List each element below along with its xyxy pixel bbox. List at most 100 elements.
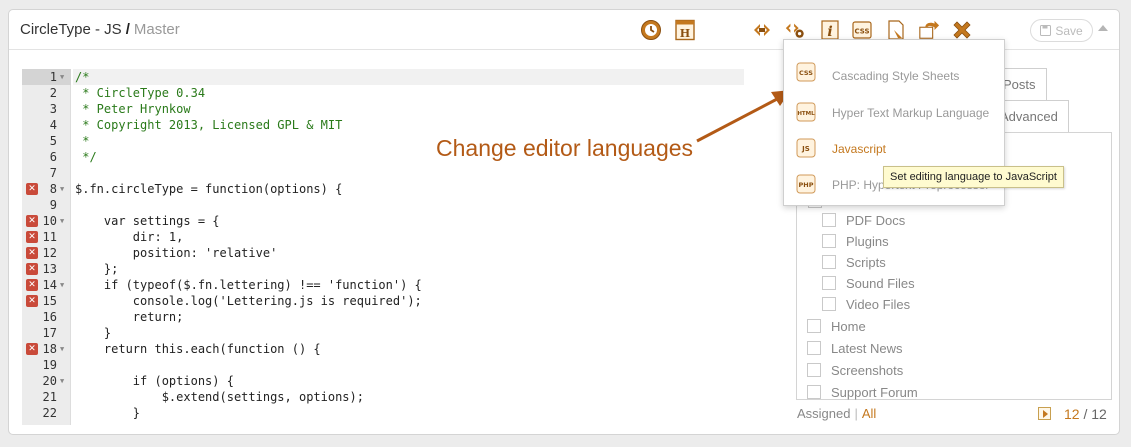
language-option-label: Hyper Text Markup Language — [832, 106, 990, 120]
page-title: CircleType - JS / Master — [20, 21, 180, 38]
tree-item-scripts[interactable]: Scripts — [822, 253, 886, 271]
code-line[interactable]: 21 $.extend(settings, options); — [22, 389, 744, 405]
document-icon[interactable] — [885, 19, 907, 41]
error-marker-icon[interactable]: ✕ — [26, 231, 38, 243]
collapse-caret-icon[interactable] — [1098, 25, 1108, 31]
fold-arrow-icon[interactable]: ▼ — [60, 69, 64, 85]
code-line[interactable]: 4 * Copyright 2013, Licensed GPL & MIT — [22, 117, 744, 133]
checkbox[interactable] — [822, 297, 836, 311]
tree-item-video-files[interactable]: Video Files — [822, 295, 910, 313]
breadcrumb-master[interactable]: Master — [134, 21, 180, 38]
code-line[interactable]: 19 — [22, 357, 744, 373]
code-line[interactable]: 16 return; — [22, 309, 744, 325]
tab-posts-label: Posts — [1003, 77, 1036, 92]
tree-item-label: Scripts — [846, 254, 886, 270]
code-line[interactable]: 2 * CircleType 0.34 — [22, 85, 744, 101]
code-line[interactable]: 10 ✕ ▼ var settings = { — [22, 213, 744, 229]
code-icon[interactable] — [751, 19, 773, 41]
html-header-icon[interactable]: H — [674, 19, 696, 41]
tree-item-label: Screenshots — [831, 362, 904, 378]
line-number: 21 — [42, 390, 57, 404]
code-settings-icon[interactable] — [784, 19, 806, 41]
save-button[interactable]: Save — [1030, 19, 1093, 42]
filter-all-link[interactable]: All — [862, 406, 876, 421]
error-marker-icon[interactable]: ✕ — [26, 279, 38, 291]
code-line[interactable]: 20 ▼ if (options) { — [22, 373, 744, 389]
line-number: 5 — [49, 134, 57, 148]
code-line[interactable]: 18 ✕ ▼ return this.each(function () { — [22, 341, 744, 357]
tree-item-label: Sound Files — [846, 275, 915, 291]
language-option-css[interactable]: CSS Cascading Style Sheets — [784, 50, 1004, 84]
snippet-title: CircleType - JS — [20, 21, 122, 38]
code-line[interactable]: 17 } — [22, 325, 744, 341]
checkbox[interactable] — [807, 385, 821, 399]
error-marker-icon[interactable]: ✕ — [26, 263, 38, 275]
fold-arrow-icon[interactable]: ▼ — [60, 373, 64, 389]
tree-item-pdf-docs[interactable]: PDF Docs — [822, 211, 905, 229]
fold-arrow-icon[interactable]: ▼ — [60, 213, 64, 229]
tab-advanced-label: Advanced — [1000, 109, 1058, 124]
checkbox[interactable] — [822, 213, 836, 227]
tree-item-screenshots[interactable]: Screenshots — [807, 361, 903, 379]
checkbox[interactable] — [807, 363, 821, 377]
tree-item-latest-news[interactable]: Latest News — [807, 339, 903, 357]
filter-assigned-link[interactable]: Assigned — [797, 406, 850, 421]
close-icon[interactable] — [951, 19, 973, 41]
checkbox[interactable] — [822, 255, 836, 269]
code-line[interactable]: 22 } — [22, 405, 744, 421]
svg-text:H: H — [680, 27, 690, 40]
callout-text: Change editor languages — [436, 135, 694, 161]
next-page-icon[interactable] — [1038, 407, 1051, 420]
code-line[interactable]: 1 ▼/* — [22, 69, 744, 85]
line-number: 7 — [49, 166, 57, 180]
html-file-icon: HTML — [796, 102, 816, 122]
fold-arrow-icon[interactable]: ▼ — [60, 277, 64, 293]
code-line[interactable]: 8 ✕ ▼ $.fn.circleType = function(options) { — [22, 181, 744, 197]
tree-item-support-forum[interactable]: Support Forum — [807, 383, 918, 401]
error-marker-icon[interactable]: ✕ — [26, 183, 38, 195]
line-number: 16 — [42, 310, 57, 324]
checkbox[interactable] — [822, 276, 836, 290]
code-text: * Copyright 2013, Licensed GPL & MIT — [75, 118, 343, 132]
fold-arrow-icon[interactable]: ▼ — [60, 181, 64, 197]
checkbox[interactable] — [807, 319, 821, 333]
save-label: Save — [1055, 23, 1083, 38]
checkbox[interactable] — [822, 234, 836, 248]
checkbox[interactable] — [807, 341, 821, 355]
error-marker-icon[interactable]: ✕ — [26, 343, 38, 355]
fold-arrow-icon[interactable]: ▼ — [60, 341, 64, 357]
item-count: 12 / 12 — [1064, 406, 1107, 422]
code-line[interactable]: 15 ✕ console.log('Lettering.js is require… — [22, 293, 744, 309]
error-marker-icon[interactable]: ✕ — [26, 215, 38, 227]
language-option-javascript[interactable]: JS Javascript — [784, 126, 1004, 160]
line-number: 19 — [42, 358, 57, 372]
error-marker-icon[interactable]: ✕ — [26, 295, 38, 307]
svg-text:PHP: PHP — [799, 181, 814, 189]
code-line[interactable]: 12 ✕ position: 'relative' — [22, 245, 744, 261]
code-line[interactable]: 9 — [22, 197, 744, 213]
code-text: }; — [75, 262, 119, 276]
tree-item-home[interactable]: Home — [807, 317, 866, 335]
error-marker-icon[interactable]: ✕ — [26, 247, 38, 259]
language-option-html[interactable]: HTML Hyper Text Markup Language — [784, 88, 1004, 122]
css-file-icon: CSS — [796, 62, 816, 82]
info-icon[interactable]: i — [819, 19, 841, 41]
code-text: return; — [75, 310, 184, 324]
tree-item-sound-files[interactable]: Sound Files — [822, 274, 915, 292]
history-icon[interactable] — [640, 19, 662, 41]
code-text: position: 'relative' — [75, 246, 278, 260]
code-line[interactable]: 11 ✕ dir: 1, — [22, 229, 744, 245]
disk-icon — [1040, 25, 1052, 36]
tree-item-plugins[interactable]: Plugins — [822, 232, 889, 250]
code-editor[interactable]: 1 ▼/* 2 * CircleType 0.34 3 * Peter Hrynkow… — [22, 69, 744, 425]
move-icon[interactable] — [918, 19, 940, 41]
code-line[interactable]: 3 * Peter Hrynkow — [22, 101, 744, 117]
svg-text:i: i — [827, 24, 832, 40]
language-tooltip: Set editing language to JavaScript — [883, 166, 1064, 188]
js-file-icon: JS — [796, 138, 816, 158]
code-line[interactable]: 7 — [22, 165, 744, 181]
code-line[interactable]: 13 ✕ }; — [22, 261, 744, 277]
code-line[interactable]: 14 ✕ ▼ if (typeof($.fn.lettering) !== 'fun… — [22, 277, 744, 293]
css-icon[interactable]: CSS — [851, 19, 873, 41]
